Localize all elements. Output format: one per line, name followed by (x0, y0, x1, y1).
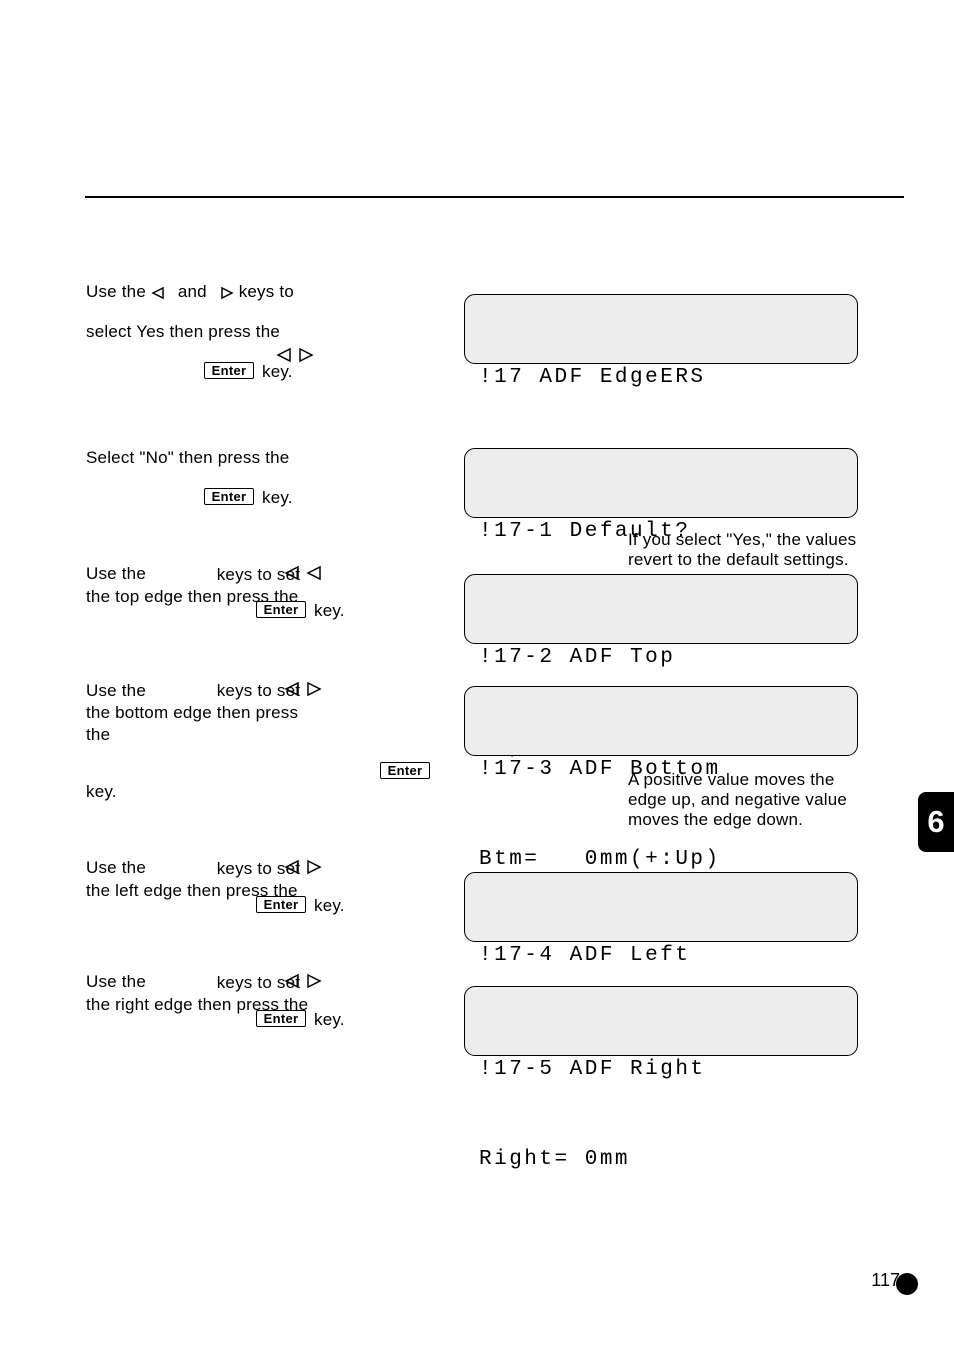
right-arrow-icon (212, 285, 234, 305)
text: Select "No" then press the (86, 448, 289, 467)
lcd-display-1: !17 ADF EdgeERS Change? No/Yes (464, 294, 858, 364)
lcd-line: !17-5 ADF Right (479, 1055, 843, 1085)
text: key. (314, 601, 345, 621)
enter-key[interactable]: Enter (204, 362, 254, 379)
step-2-note: If you select "Yes," the values revert t… (628, 530, 860, 570)
step-2-text: Select "No" then press the (86, 448, 426, 468)
lcd-line: !17 ADF EdgeERS (479, 363, 843, 393)
text: key. (262, 488, 293, 508)
step-4-note: A positive value moves the edge up, and … (628, 770, 860, 830)
text: key. (314, 1010, 345, 1030)
step-1-text-2: select Yes then press the (86, 322, 426, 342)
text: keys to (239, 282, 294, 301)
lcd-line: Btm= 0mm(+:Up) (479, 845, 843, 875)
text: keys to set (217, 565, 300, 584)
lcd-line: !17-4 ADF Left (479, 941, 843, 971)
enter-key[interactable]: Enter (256, 896, 306, 913)
enter-key[interactable]: Enter (204, 488, 254, 505)
section-tab: 6 (918, 792, 954, 852)
lcd-display-5: !17-4 ADF Left Left= 0mm (464, 872, 858, 942)
text: key. (262, 362, 293, 382)
text: select Yes then press the (86, 322, 280, 341)
lcd-display-3: !17-2 ADF Top Top= 0mm (464, 574, 858, 644)
text: key. (86, 782, 117, 802)
step-4-wrap: Use the xxxxxxx keys to set the bottom e… (86, 680, 426, 746)
enter-key[interactable]: Enter (256, 1010, 306, 1027)
left-arrow-icon (151, 285, 173, 305)
lcd-display-4: !17-3 ADF Bottom Btm= 0mm(+:Up) (464, 686, 858, 756)
text: the (86, 725, 110, 744)
header-rule (85, 196, 904, 198)
lcd-line: Right= 0mm (479, 1145, 843, 1175)
enter-key[interactable]: Enter (380, 762, 430, 779)
text: keys to set (217, 681, 300, 700)
lcd-line: !17-2 ADF Top (479, 643, 843, 673)
lcd-display-6: !17-5 ADF Right Right= 0mm (464, 986, 858, 1056)
enter-key[interactable]: Enter (256, 601, 306, 618)
text: Use the (86, 282, 151, 301)
text: the bottom edge then press (86, 703, 298, 722)
text: keys to set (217, 859, 300, 878)
page-marker-dot (896, 1273, 918, 1295)
text: and (178, 282, 212, 301)
text: key. (314, 896, 345, 916)
lcd-display-2: !17-1 Default? No/Yes (464, 448, 858, 518)
text: keys to set (217, 973, 300, 992)
step-1-text: Use the and keys to (86, 282, 426, 305)
